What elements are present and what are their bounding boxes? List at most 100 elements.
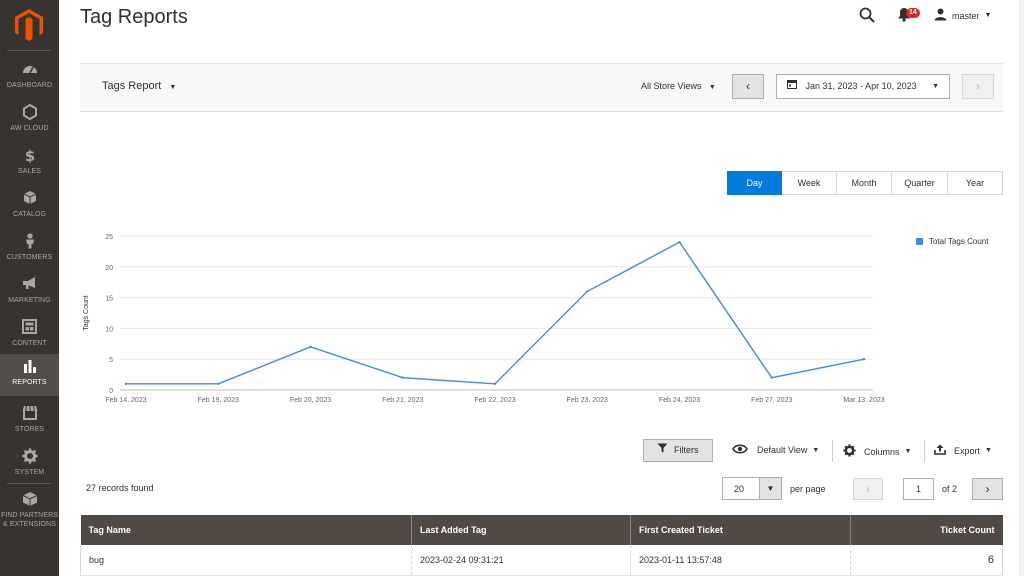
date-range-picker[interactable]: Jan 31, 2023 - Apr 10, 2023 ▼ <box>776 74 950 99</box>
data-point <box>678 240 681 244</box>
table-row[interactable]: bug 2023-02-24 09:31:21 2023-01-11 13:57… <box>80 545 1003 576</box>
period-quarter-button[interactable]: Quarter <box>892 171 948 195</box>
previous-period-button[interactable]: ‹ <box>732 74 764 99</box>
y-tick-label: 20 <box>105 265 113 272</box>
x-tick-label: Feb 23, 2023 <box>567 397 608 404</box>
cell-ticket-count: 6 <box>850 545 1003 576</box>
sidebar-item-label: REPORTS <box>12 379 47 386</box>
y-tick-label: 15 <box>105 296 113 303</box>
hexagon-icon <box>0 104 59 124</box>
columns-menu[interactable]: Columns ▼ <box>843 444 911 459</box>
gear-icon <box>0 448 59 468</box>
period-month-button[interactable]: Month <box>837 171 892 195</box>
page-title: Tag Reports <box>80 6 188 28</box>
cube-icon <box>0 491 59 511</box>
sidebar-item-stores[interactable]: STORES <box>0 401 59 444</box>
export-upload-icon <box>934 444 946 457</box>
x-tick-label: Feb 21, 2023 <box>382 397 423 404</box>
storefront-icon <box>0 405 59 425</box>
default-view-menu[interactable]: Default View ▼ <box>732 444 819 456</box>
sidebar-item-label: AW CLOUD <box>10 125 49 132</box>
store-view-switcher[interactable]: All Store Views ▼ <box>641 81 716 91</box>
y-tick-label: 10 <box>105 326 113 333</box>
search-icon[interactable] <box>859 7 875 28</box>
sidebar-item-label: SYSTEM <box>14 469 45 476</box>
magento-logo-icon[interactable] <box>15 9 43 41</box>
page-number-input[interactable]: 1 <box>903 478 934 500</box>
x-tick-label: Mar 13, 2023 <box>843 397 884 404</box>
sidebar-item-find-partners[interactable]: FIND PARTNERS & EXTENSIONS <box>0 487 59 531</box>
export-menu[interactable]: Export ▼ <box>934 444 992 457</box>
sidebar-item-dashboard[interactable]: DASHBOARD <box>0 57 59 100</box>
legend-label: Total Tags Count <box>929 237 989 246</box>
filter-funnel-icon <box>657 440 668 461</box>
y-axis-label: Tags Count <box>83 295 90 330</box>
sidebar-item-marketing[interactable]: MARKETING <box>0 272 59 315</box>
sidebar-item-reports[interactable]: REPORTS <box>0 354 59 396</box>
period-day-button[interactable]: Day <box>727 171 782 195</box>
sidebar-item-catalog[interactable]: CATALOG <box>0 186 59 229</box>
per-page-select[interactable]: 20 ▼ <box>722 477 782 500</box>
sidebar-item-aw-cloud[interactable]: AW CLOUD <box>0 100 59 143</box>
page-total-label: of 2 <box>942 484 958 494</box>
user-account-menu[interactable]: master ▼ <box>934 8 991 23</box>
chevron-right-icon: › <box>985 482 990 496</box>
calendar-icon <box>787 75 797 98</box>
next-period-button[interactable]: › <box>962 74 994 99</box>
data-point <box>770 376 773 379</box>
column-header-tag-name[interactable]: Tag Name <box>80 515 412 545</box>
records-found-count: 27 records found <box>86 483 154 493</box>
tags-count-line-chart: 0 5 10 15 20 25 Feb 14, 2023 Feb 19, 2023 Feb 20… <box>83 234 885 404</box>
data-point <box>309 345 312 349</box>
tool-divider <box>924 440 925 462</box>
chevron-down-icon[interactable]: ▼ <box>759 478 781 499</box>
y-tick-label: 25 <box>105 234 113 241</box>
data-point <box>586 290 589 293</box>
user-icon <box>934 8 947 23</box>
gear-icon <box>843 444 856 459</box>
sidebar-item-customers[interactable]: CUSTOMERS <box>0 229 59 272</box>
tag-report-table: Tag Name Last Added Tag First Created Ti… <box>80 515 1003 576</box>
sidebar-item-content[interactable]: CONTENT <box>0 315 59 358</box>
next-page-button[interactable]: › <box>972 478 1003 500</box>
filters-button[interactable]: Filters <box>643 439 713 462</box>
chevron-down-icon: ▼ <box>985 447 992 454</box>
sidebar-item-system[interactable]: SYSTEM <box>0 444 59 487</box>
period-switcher: Day Week Month Quarter Year <box>727 171 1003 195</box>
x-tick-label: Feb 22, 2023 <box>474 397 515 404</box>
page-scrollbar[interactable] <box>1019 0 1024 576</box>
sidebar-item-label: CATALOG <box>12 211 47 218</box>
report-toolbar: Tags Report ▼ All Store Views ▼ ‹ Jan 31… <box>80 63 1003 112</box>
dollar-icon: $ <box>0 147 59 167</box>
box-icon <box>0 190 59 210</box>
logo-divider <box>7 50 51 51</box>
y-tick-label: 5 <box>109 357 113 364</box>
cell-last-added-tag: 2023-02-24 09:31:21 <box>411 545 631 576</box>
per-page-label: per page <box>790 484 826 494</box>
previous-page-button[interactable]: ‹ <box>853 478 883 500</box>
chevron-right-icon: › <box>976 79 980 93</box>
report-switcher[interactable]: Tags Report ▼ <box>102 80 176 92</box>
period-year-button[interactable]: Year <box>948 171 1003 195</box>
x-tick-label: Feb 20, 2023 <box>290 397 331 404</box>
data-point <box>217 382 220 386</box>
data-point <box>862 358 866 361</box>
chevron-down-icon: ▼ <box>169 84 177 91</box>
chevron-down-icon: ▼ <box>904 448 912 455</box>
person-icon <box>0 233 59 253</box>
chevron-down-icon: ▼ <box>812 446 820 454</box>
data-point <box>401 376 404 379</box>
column-header-first-created-ticket[interactable]: First Created Ticket <box>630 515 851 545</box>
column-header-last-added-tag[interactable]: Last Added Tag <box>411 515 631 545</box>
sidebar-item-label: STORES <box>14 426 45 433</box>
y-tick-label: 0 <box>109 388 113 395</box>
sidebar-item-sales[interactable]: $ SALES <box>0 143 59 186</box>
column-header-ticket-count[interactable]: Ticket Count <box>850 515 1003 545</box>
x-tick-label: Feb 19, 2023 <box>198 397 239 404</box>
export-label: Export <box>954 445 981 456</box>
notifications-count-badge[interactable]: 14 <box>906 8 920 18</box>
period-week-button[interactable]: Week <box>782 171 837 195</box>
admin-sidebar: DASHBOARD AW CLOUD $ SALES CATALOG CUSTO… <box>0 0 59 576</box>
megaphone-icon <box>0 276 59 296</box>
x-tick-label: Feb 14, 2023 <box>105 397 146 404</box>
